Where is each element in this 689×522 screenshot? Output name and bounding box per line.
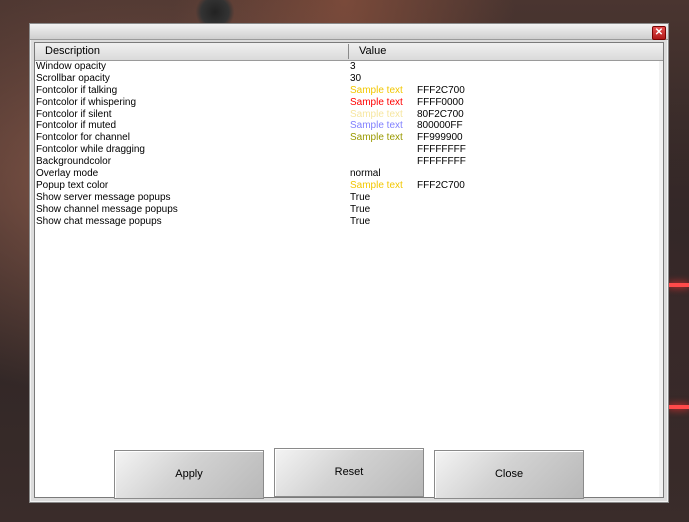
- close-icon[interactable]: ✕: [652, 26, 666, 40]
- table-row[interactable]: Show channel message popups True: [35, 204, 663, 216]
- row-value[interactable]: 30: [350, 73, 361, 85]
- row-description: Fontcolor if silent: [36, 108, 112, 120]
- row-value[interactable]: True: [350, 192, 370, 204]
- row-description: Fontcolor while dragging: [36, 144, 145, 156]
- color-sample[interactable]: Sample text: [350, 97, 403, 109]
- table-row[interactable]: Popup text color Sample text FFF2C700: [35, 180, 663, 192]
- row-value[interactable]: True: [350, 204, 370, 216]
- table-row[interactable]: Scrollbar opacity 30: [35, 73, 663, 85]
- settings-table: Description Value Window opacity 3 Scrollb…: [34, 42, 664, 498]
- background-light: [668, 283, 689, 287]
- row-description: Overlay mode: [36, 168, 99, 180]
- row-description: Fontcolor for channel: [36, 132, 130, 144]
- row-description: Show server message popups: [36, 191, 171, 203]
- color-hex-value[interactable]: 800000FF: [417, 120, 463, 132]
- column-header-value[interactable]: Value: [359, 45, 386, 57]
- row-description: Scrollbar opacity: [36, 72, 110, 84]
- apply-button[interactable]: Apply: [114, 450, 264, 499]
- row-description: Window opacity: [36, 61, 107, 72]
- color-hex-value[interactable]: FFFFFFFF: [417, 144, 466, 156]
- color-hex-value[interactable]: FFFF0000: [417, 97, 464, 109]
- table-row[interactable]: Fontcolor if silent Sample text 80F2C700: [35, 109, 663, 121]
- color-sample[interactable]: Sample text: [350, 180, 403, 192]
- table-row[interactable]: Window opacity 3: [35, 61, 663, 73]
- row-description: Fontcolor if muted: [36, 120, 117, 132]
- color-hex-value[interactable]: FF999900: [417, 132, 463, 144]
- settings-window: ✕ Description Value Window opacity 3 Scrol…: [29, 23, 669, 503]
- color-sample[interactable]: Sample text: [350, 85, 403, 97]
- table-row[interactable]: Fontcolor if muted Sample text 800000FF: [35, 120, 663, 132]
- color-hex-value[interactable]: FFF2C700: [417, 180, 465, 192]
- window-titlebar[interactable]: ✕: [30, 24, 668, 40]
- color-sample[interactable]: Sample text: [350, 109, 403, 121]
- close-button[interactable]: Close: [434, 450, 584, 499]
- row-value[interactable]: True: [350, 216, 370, 228]
- color-hex-value[interactable]: 80F2C700: [417, 109, 464, 121]
- background-light: [668, 405, 689, 409]
- table-row[interactable]: Show server message popups True: [35, 192, 663, 204]
- table-row[interactable]: Overlay mode normal: [35, 168, 663, 180]
- row-value[interactable]: 3: [350, 61, 356, 73]
- row-description: Show channel message popups: [36, 203, 178, 215]
- table-header: Description Value: [35, 43, 663, 61]
- table-body: Window opacity 3 Scrollbar opacity 30 Fontco…: [35, 61, 663, 227]
- column-divider[interactable]: [348, 44, 349, 59]
- row-value[interactable]: normal: [350, 168, 381, 180]
- row-description: Backgroundcolor: [36, 156, 112, 168]
- row-description: Fontcolor if talking: [36, 84, 118, 96]
- table-row[interactable]: Backgroundcolor FFFFFFFF: [35, 156, 663, 168]
- row-description: Show chat message popups: [36, 215, 162, 227]
- row-description: Popup text color: [36, 179, 109, 191]
- table-row[interactable]: Show chat message popups True: [35, 216, 663, 228]
- background-ornament: [190, 0, 240, 24]
- table-row[interactable]: Fontcolor for channel Sample text FF999900: [35, 132, 663, 144]
- scrollbar[interactable]: [659, 61, 663, 497]
- color-sample[interactable]: Sample text: [350, 132, 403, 144]
- table-row[interactable]: Fontcolor while dragging FFFFFFFF: [35, 144, 663, 156]
- color-hex-value[interactable]: FFFFFFFF: [417, 156, 466, 168]
- row-description: Fontcolor if whispering: [36, 96, 137, 108]
- table-row[interactable]: Fontcolor if whispering Sample text FFFF00…: [35, 97, 663, 109]
- column-header-description[interactable]: Description: [45, 45, 100, 57]
- table-row[interactable]: Fontcolor if talking Sample text FFF2C700: [35, 85, 663, 97]
- color-sample[interactable]: Sample text: [350, 120, 403, 132]
- color-hex-value[interactable]: FFF2C700: [417, 85, 465, 97]
- reset-button[interactable]: Reset: [274, 448, 424, 497]
